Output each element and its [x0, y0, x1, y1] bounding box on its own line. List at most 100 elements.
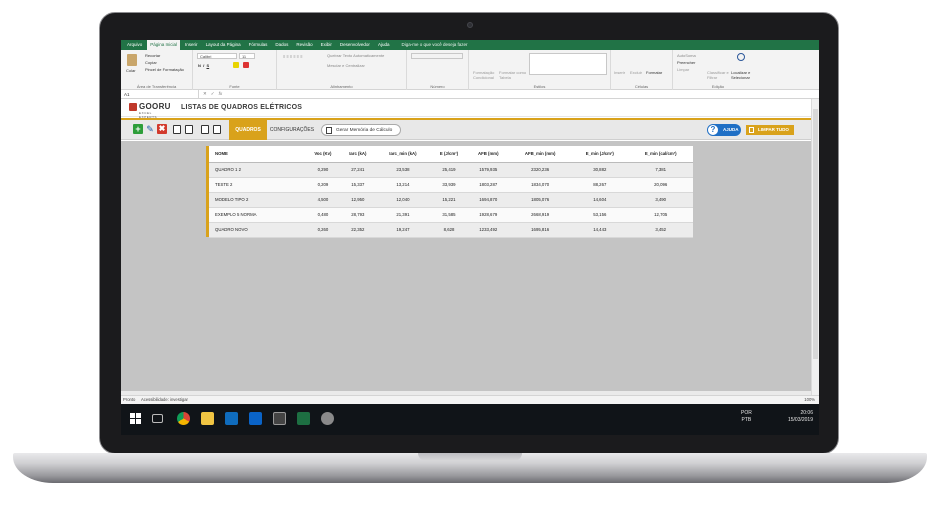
clock[interactable]: 20:06 15/03/2019	[788, 410, 813, 424]
autosum-button[interactable]: AutoSoma	[677, 53, 696, 58]
cell-iarc[interactable]: 27,241	[340, 162, 376, 178]
language-indicator[interactable]: POR PTB	[741, 410, 752, 424]
cell-voc[interactable]: 0,209	[305, 177, 341, 193]
cell-nome[interactable]: TESTE 2	[209, 177, 306, 193]
cell-e-min-cal[interactable]: 3,452	[628, 222, 693, 238]
scroll-thumb[interactable]	[813, 109, 818, 359]
cell-e[interactable]: 31,585	[430, 207, 468, 223]
task-view-icon[interactable]	[152, 414, 163, 423]
formula-icons[interactable]: ✕ ✓ fx	[199, 91, 249, 97]
tell-me-search[interactable]: Diga-me o que você deseja fazer	[398, 40, 470, 50]
windows-start-icon[interactable]	[129, 412, 142, 425]
format-cells-button[interactable]: Formatar	[646, 70, 662, 75]
wrap-text-button[interactable]: Quebrar Texto Automaticamente	[327, 53, 384, 58]
delete-cells-button[interactable]: Excluir	[630, 70, 642, 75]
cell-nome[interactable]: QUADRO 1 2	[209, 162, 306, 178]
cell-e-min[interactable]: 53,156	[571, 207, 629, 223]
number-format-select[interactable]	[411, 53, 463, 59]
tab-arquivo[interactable]: Arquivo	[124, 40, 145, 50]
cell-voc[interactable]: 0,260	[305, 222, 341, 238]
insert-cells-button[interactable]: Inserir	[614, 70, 625, 75]
cell-nome[interactable]: QUADRO NOVO	[209, 222, 306, 238]
conditional-format-button[interactable]: Formatação Condicional	[473, 70, 499, 80]
merge-center-button[interactable]: Mesclar e Centralizar	[327, 63, 365, 68]
export-icon[interactable]	[185, 125, 193, 134]
table-row[interactable]: MODELO TIPO 2 4,500 12,950 12,040 15,221…	[209, 192, 693, 208]
cell-e-min[interactable]: 88,267	[571, 177, 629, 193]
cell-e[interactable]: 15,221	[430, 192, 468, 208]
fill-button[interactable]: Preencher	[677, 60, 695, 65]
cell-e-min[interactable]: 30,882	[571, 162, 629, 178]
col-afb[interactable]: AFB (mm)	[467, 146, 510, 163]
cell-iarc[interactable]: 22,352	[340, 222, 376, 238]
tab-ajuda[interactable]: Ajuda	[375, 40, 393, 50]
cell-iarc[interactable]: 28,793	[340, 207, 376, 223]
cell-iarc[interactable]: 15,337	[340, 177, 376, 193]
format-table-button[interactable]: Formatar como Tabela	[499, 70, 527, 80]
cell-e-min-cal[interactable]: 12,705	[628, 207, 693, 223]
sort-filter-button[interactable]: Classificar e Filtrar	[707, 70, 729, 80]
font-color-icon[interactable]	[243, 62, 249, 68]
col-e-min-cal[interactable]: E_min (cal/cm²)	[628, 146, 693, 163]
cell-iarc-min[interactable]: 12,040	[375, 192, 431, 208]
search-icon[interactable]	[737, 53, 745, 61]
format-painter-button[interactable]: Pincel de Formatação	[145, 67, 184, 72]
col-nome[interactable]: NOME	[209, 146, 306, 163]
file-explorer-icon[interactable]	[201, 412, 214, 425]
calculator-icon[interactable]	[273, 412, 286, 425]
tab-formulas[interactable]: Fórmulas	[246, 40, 271, 50]
vertical-scrollbar[interactable]	[811, 99, 819, 395]
col-e[interactable]: E (J/cm²)	[430, 146, 468, 163]
checklist-icon[interactable]	[213, 125, 221, 134]
cell-afb-min[interactable]: 2668,919	[509, 207, 572, 223]
paste-icon[interactable]	[127, 54, 137, 66]
tab-revisao[interactable]: Revisão	[293, 40, 315, 50]
tab-desenvolvedor[interactable]: Desenvolvedor	[337, 40, 373, 50]
col-e-min[interactable]: E_min (J/cm²)	[571, 146, 629, 163]
col-voc[interactable]: Voc (Kv)	[305, 146, 341, 163]
cell-e[interactable]: 33,939	[430, 177, 468, 193]
outlook-icon[interactable]	[249, 412, 262, 425]
cell-voc[interactable]: 0,290	[305, 162, 341, 178]
copy-button[interactable]: Copiar	[145, 60, 157, 65]
cell-iarc[interactable]: 12,950	[340, 192, 376, 208]
delete-icon[interactable]: ✖	[157, 124, 167, 134]
zoom-level[interactable]: 100%	[804, 396, 815, 404]
cell-nome[interactable]: EXEMPLO 5 NORMA	[209, 207, 306, 223]
table-row[interactable]: QUADRO 1 2 0,290 27,241 23,538 25,419 15…	[209, 162, 693, 178]
import-icon[interactable]	[173, 125, 181, 134]
cell-e[interactable]: 8,628	[430, 222, 468, 238]
cell-e[interactable]: 25,419	[430, 162, 468, 178]
generate-report-button[interactable]: Gerar Memória de Cálculo	[321, 124, 401, 136]
cell-e-min[interactable]: 14,604	[571, 192, 629, 208]
table-row[interactable]: TESTE 2 0,209 15,337 13,214 33,939 1803,…	[209, 177, 693, 193]
cell-voc[interactable]: 0,480	[305, 207, 341, 223]
cell-afb[interactable]: 1928,679	[467, 207, 510, 223]
cell-iarc-min[interactable]: 19,247	[375, 222, 431, 238]
cell-e-min-cal[interactable]: 7,381	[628, 162, 693, 178]
cell-afb[interactable]: 1694,870	[467, 192, 510, 208]
clear-button[interactable]: Limpar	[677, 67, 689, 72]
find-select-button[interactable]: Localizar e Selecionar	[731, 70, 757, 80]
tab-quadros[interactable]: QUADROS	[229, 120, 267, 140]
help-button[interactable]: ? AJUDA	[707, 124, 741, 136]
font-size-select[interactable]: 11	[239, 53, 255, 59]
cell-voc[interactable]: 4,500	[305, 192, 341, 208]
accessibility-status[interactable]: Acessibilidade: investigar	[141, 397, 188, 402]
cell-nome[interactable]: MODELO TIPO 2	[209, 192, 306, 208]
tab-dados[interactable]: Dados	[272, 40, 291, 50]
excel-icon[interactable]	[297, 412, 310, 425]
tab-configuracoes[interactable]: CONFIGURAÇÕES	[269, 120, 315, 140]
tab-layout[interactable]: Layout da Página	[203, 40, 244, 50]
cell-afb[interactable]: 1579,935	[467, 162, 510, 178]
table-row[interactable]: QUADRO NOVO 0,260 22,352 19,247 8,628 12…	[209, 222, 693, 238]
cell-e-min[interactable]: 14,443	[571, 222, 629, 238]
cut-button[interactable]: Recortar	[145, 53, 160, 58]
bold-button[interactable]: N I S	[198, 63, 209, 68]
cell-afb[interactable]: 1233,492	[467, 222, 510, 238]
table-row[interactable]: EXEMPLO 5 NORMA 0,480 28,793 21,391 31,5…	[209, 207, 693, 223]
col-iarc[interactable]: Iarc (kA)	[340, 146, 376, 163]
cell-e-min-cal[interactable]: 20,096	[628, 177, 693, 193]
col-afb-min[interactable]: AFB_min (mm)	[509, 146, 572, 163]
tab-inserir[interactable]: Inserir	[182, 40, 201, 50]
